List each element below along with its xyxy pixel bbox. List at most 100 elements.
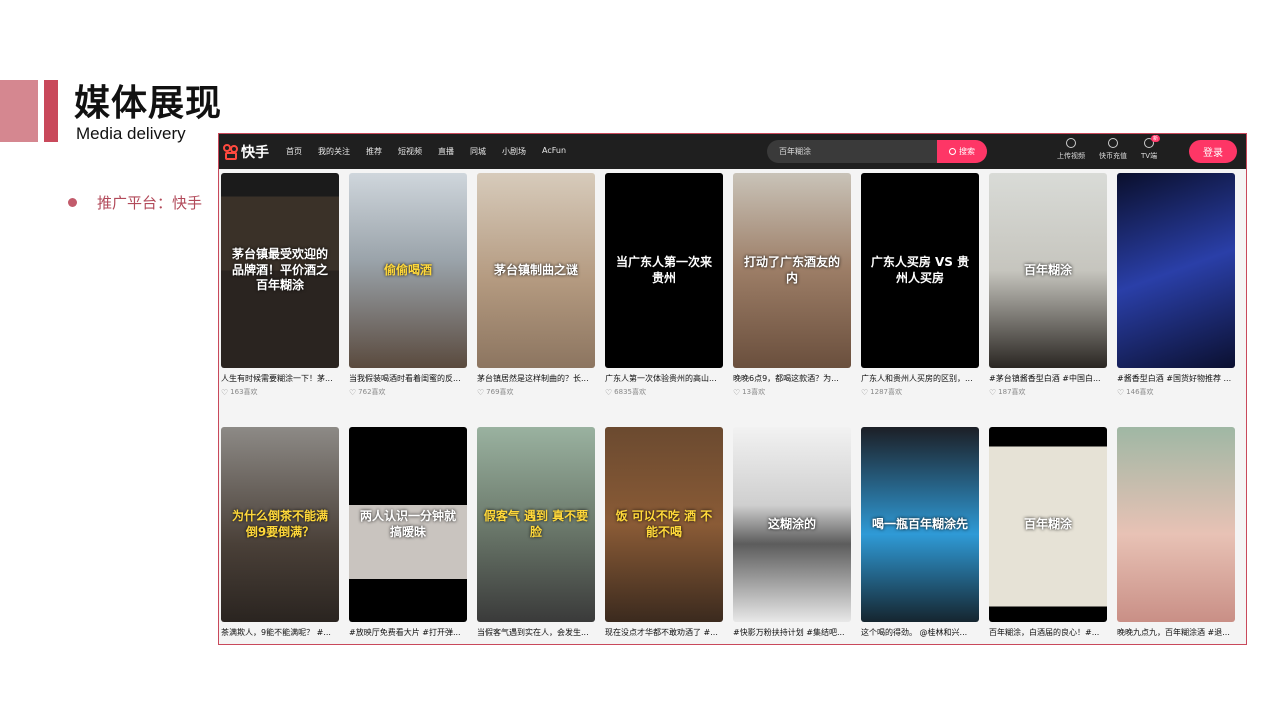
video-thumbnail[interactable]: 这糊涂的 <box>733 427 851 622</box>
video-title[interactable]: 现在没点才华都不敢劝酒了 #... <box>605 627 723 638</box>
video-card[interactable]: 饭 可以不吃 酒 不能不喝现在没点才华都不敢劝酒了 #... <box>605 427 723 638</box>
logo[interactable]: 快手 <box>223 142 277 162</box>
video-title[interactable]: 当我假装喝酒时看着闺蜜的反... <box>349 373 467 384</box>
like-count-text: 1287喜欢 <box>870 388 902 396</box>
video-card[interactable]: 喝一瓶百年糊涂先这个喝的得劲。 @桂林和兴... <box>861 427 979 638</box>
like-count-text: 6835喜欢 <box>614 388 646 396</box>
recharge-label: 快币充值 <box>1099 152 1127 160</box>
heart-icon: ♡ <box>861 387 869 397</box>
like-count-text: 13喜欢 <box>742 388 766 396</box>
like-count: ♡ 762喜欢 <box>349 387 467 397</box>
video-card[interactable]: 当广东人第一次来贵州广东人第一次体验贵州的高山... ♡ 6835喜欢 <box>605 173 723 397</box>
video-card[interactable]: 茅台镇制曲之谜茅台镇居然是这样制曲的？长... ♡ 769喜欢 <box>477 173 595 397</box>
thumbnail-caption: 喝一瓶百年糊涂先 <box>871 516 968 531</box>
video-thumbnail[interactable]: 为什么倒茶不能满 倒9要倒满？ <box>221 427 339 622</box>
like-count-text: 769喜欢 <box>486 388 514 396</box>
video-title[interactable]: 晚晚九点九，百年糊涂酒 #退... <box>1117 627 1235 638</box>
thumbnail-caption: 假客气 遇到 真不要脸 <box>483 508 589 539</box>
video-card[interactable]: 偷偷喝酒当我假装喝酒时看着闺蜜的反... ♡ 762喜欢 <box>349 173 467 397</box>
video-title[interactable]: 广东人和贵州人买房的区别，... <box>861 373 979 384</box>
video-card[interactable]: 为什么倒茶不能满 倒9要倒满？ 茶满欺人，9能不能满呢？ #... <box>221 427 339 638</box>
video-title[interactable]: 茶满欺人，9能不能满呢？ #... <box>221 627 339 638</box>
video-thumbnail[interactable]: 饭 可以不吃 酒 不能不喝 <box>605 427 723 622</box>
heart-icon: ♡ <box>477 387 485 397</box>
nav-local[interactable]: 同城 <box>470 146 486 157</box>
video-thumbnail[interactable]: 茅台镇最受欢迎的品牌酒！平价酒之百年糊涂 <box>221 173 339 368</box>
video-card[interactable]: 晚晚九点九，百年糊涂酒 #退... <box>1117 427 1235 638</box>
video-thumbnail[interactable]: 喝一瓶百年糊涂先 <box>861 427 979 622</box>
video-card[interactable]: 两人认识一分钟就搞暧昧 #放映厅免费看大片 #打开弹... <box>349 427 467 638</box>
heart-icon: ♡ <box>605 387 613 397</box>
search-icon <box>949 148 956 155</box>
video-thumbnail[interactable]: 百年糊涂 <box>989 427 1107 622</box>
video-thumbnail[interactable] <box>1117 427 1235 622</box>
video-thumbnail[interactable]: 广东人买房 VS 贵州人买房 <box>861 173 979 368</box>
top-nav: 快手 首页 我的关注 推荐 短视频 直播 同城 小剧场 AcFun 搜索 <box>219 134 1246 169</box>
video-title[interactable]: #茅台镇酱香型白酒 #中国白... <box>989 373 1107 384</box>
video-title[interactable]: #酱香型白酒 #国货好物推荐 ... <box>1117 373 1235 384</box>
like-count: ♡ 769喜欢 <box>477 387 595 397</box>
video-card[interactable]: 百年糊涂 #茅台镇酱香型白酒 #中国白... ♡ 187喜欢 <box>989 173 1107 397</box>
thumbnail-caption: 这糊涂的 <box>767 516 816 531</box>
video-thumbnail[interactable]: 百年糊涂 <box>989 173 1107 368</box>
search-button-label: 搜索 <box>959 147 975 156</box>
nav-following[interactable]: 我的关注 <box>318 146 350 157</box>
video-title[interactable]: #放映厅免费看大片 #打开弹... <box>349 627 467 638</box>
video-card[interactable]: 假客气 遇到 真不要脸当假客气遇到实在人，会发生... <box>477 427 595 638</box>
like-count: ♡ 1287喜欢 <box>861 387 979 397</box>
nav-live[interactable]: 直播 <box>438 146 454 157</box>
nav-home[interactable]: 首页 <box>286 146 302 157</box>
video-title[interactable]: 当假客气遇到实在人，会发生... <box>477 627 595 638</box>
video-thumbnail[interactable]: 偷偷喝酒 <box>349 173 467 368</box>
video-title[interactable]: 这个喝的得劲。 @桂林和兴... <box>861 627 979 638</box>
video-title[interactable]: 茅台镇居然是这样制曲的？长... <box>477 373 595 384</box>
search-button[interactable]: 搜索 <box>937 140 987 163</box>
video-thumbnail[interactable] <box>1117 173 1235 368</box>
logo-text: 快手 <box>241 144 269 161</box>
nav-mini-theater[interactable]: 小剧场 <box>502 146 526 157</box>
nav-recommend[interactable]: 推荐 <box>366 146 382 157</box>
thumbnail-caption: 茅台镇最受欢迎的品牌酒！平价酒之百年糊涂 <box>231 247 328 293</box>
upload-video-button[interactable]: 上传视频 <box>1057 138 1085 161</box>
video-thumbnail[interactable]: 打动了广东酒友的内 <box>733 173 851 368</box>
search-input[interactable] <box>779 147 939 156</box>
like-count: ♡ 187喜欢 <box>989 387 1107 397</box>
like-count-text: 146喜欢 <box>1126 388 1154 396</box>
video-title[interactable]: #快影万粉扶持计划 #集结吧... <box>733 627 851 638</box>
thumbnail-caption: 百年糊涂 <box>1023 516 1072 531</box>
video-card[interactable]: #酱香型白酒 #国货好物推荐 ... ♡ 146喜欢 <box>1117 173 1235 397</box>
upload-label: 上传视频 <box>1057 152 1085 160</box>
bullet-item: 推广平台：快手 <box>68 192 202 213</box>
bullet-text: 推广平台：快手 <box>97 194 203 212</box>
recharge-button[interactable]: 快币充值 <box>1099 138 1127 161</box>
accent-bar-red <box>44 80 58 142</box>
like-count: ♡ 6835喜欢 <box>605 387 723 397</box>
toolbar: 上传视频 快币充值 新 TV端 <box>1057 135 1171 161</box>
video-title[interactable]: 广东人第一次体验贵州的高山... <box>605 373 723 384</box>
video-card[interactable]: 这糊涂的 #快影万粉扶持计划 #集结吧... <box>733 427 851 638</box>
kuaishou-screenshot: 快手 首页 我的关注 推荐 短视频 直播 同城 小剧场 AcFun 搜索 <box>218 133 1247 645</box>
video-card[interactable]: 打动了广东酒友的内 晚晚6点9，都喝这款酒？为... ♡ 13喜欢 <box>733 173 851 397</box>
like-count-text: 187喜欢 <box>998 388 1026 396</box>
video-thumbnail[interactable]: 两人认识一分钟就搞暧昧 <box>349 427 467 622</box>
login-button[interactable]: 登录 <box>1189 140 1237 163</box>
video-title[interactable]: 晚晚6点9，都喝这款酒？为... <box>733 373 851 384</box>
video-card[interactable]: 广东人买房 VS 贵州人买房广东人和贵州人买房的区别，... ♡ 1287喜欢 <box>861 173 979 397</box>
video-card[interactable]: 茅台镇最受欢迎的品牌酒！平价酒之百年糊涂 人生有时候需要糊涂一下！茅... ♡ 163… <box>221 173 339 397</box>
slide-title: 媒体展现 <box>74 83 223 124</box>
video-title[interactable]: 人生有时候需要糊涂一下！茅... <box>221 373 339 384</box>
video-thumbnail[interactable]: 当广东人第一次来贵州 <box>605 173 723 368</box>
tv-button[interactable]: 新 TV端 <box>1141 135 1161 161</box>
video-thumbnail[interactable]: 茅台镇制曲之谜 <box>477 173 595 368</box>
thumbnail-caption: 偷偷喝酒 <box>383 262 432 277</box>
video-card[interactable]: 百年糊涂百年糊涂，白酒届的良心！#... <box>989 427 1107 638</box>
thumbnail-caption: 两人认识一分钟就搞暧昧 <box>359 508 456 539</box>
kuaishou-logo-icon <box>223 143 239 160</box>
video-title[interactable]: 百年糊涂，白酒届的良心！#... <box>989 627 1107 638</box>
bullet-dot-icon <box>68 198 77 207</box>
thumbnail-caption: 当广东人第一次来贵州 <box>615 254 712 285</box>
nav-short-video[interactable]: 短视频 <box>398 146 422 157</box>
nav-acfun[interactable]: AcFun <box>542 146 566 157</box>
heart-icon: ♡ <box>1117 387 1125 397</box>
video-thumbnail[interactable]: 假客气 遇到 真不要脸 <box>477 427 595 622</box>
